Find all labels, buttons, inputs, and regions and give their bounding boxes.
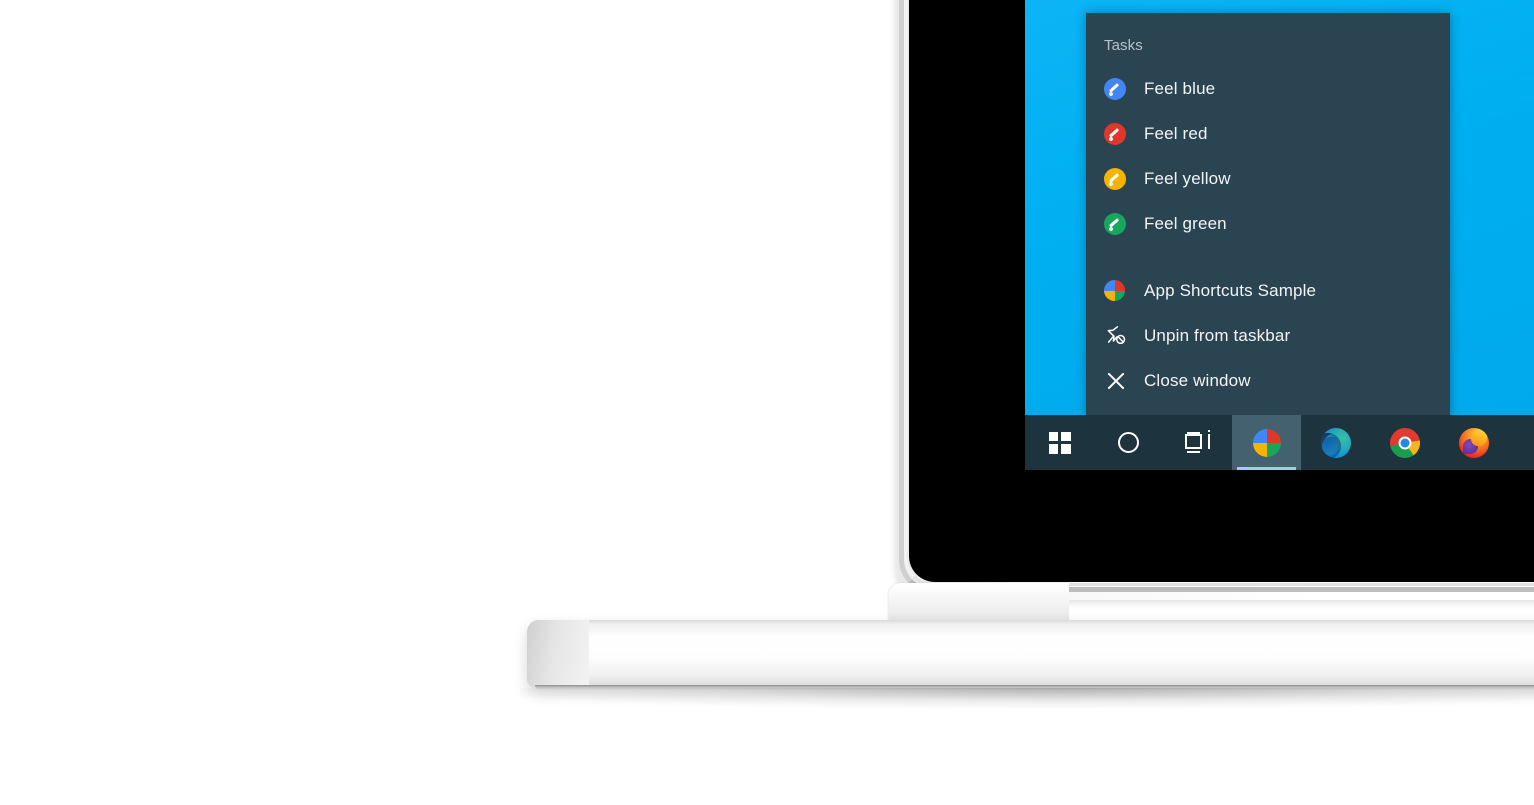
- close-icon: [1104, 369, 1128, 393]
- task-view-icon: [1184, 430, 1211, 453]
- jumplist-header: Tasks: [1104, 37, 1143, 54]
- cortana-button[interactable]: [1094, 415, 1163, 470]
- app-pie-icon-slot: [1104, 280, 1144, 301]
- unpin-icon: [1104, 324, 1128, 348]
- laptop-base-shadow: [520, 688, 1534, 708]
- laptop-screen: Tasks Feel blue Feel red Feel yellow Fee…: [1025, 0, 1534, 470]
- task-view-button[interactable]: [1163, 415, 1232, 470]
- jumplist-separator-gap: [1086, 246, 1450, 268]
- taskbar-app-app-shortcuts-sample[interactable]: [1232, 415, 1301, 470]
- scene: Tasks Feel blue Feel red Feel yellow Fee…: [0, 0, 1534, 805]
- brush-icon: [1104, 167, 1126, 190]
- edge-icon: [1320, 427, 1351, 458]
- jumplist-item-feel-yellow[interactable]: Feel yellow: [1086, 156, 1450, 201]
- taskbar-app-microsoft-edge[interactable]: [1301, 415, 1370, 470]
- laptop-hinge: [889, 583, 1069, 625]
- laptop-base: [527, 620, 1534, 688]
- jumplist-item-feel-green[interactable]: Feel green: [1086, 201, 1450, 246]
- brush-icon-green-slot: [1104, 212, 1144, 235]
- taskbar-app-mozilla-firefox[interactable]: [1439, 415, 1508, 470]
- app-pie-icon: [1252, 428, 1281, 457]
- jumplist-item-close-window[interactable]: Close window: [1086, 358, 1450, 403]
- jumplist-item-feel-blue[interactable]: Feel blue: [1086, 66, 1450, 111]
- jumplist-item-unpin-from-taskbar[interactable]: Unpin from taskbar: [1086, 313, 1450, 358]
- brush-icon-red-slot: [1104, 122, 1144, 145]
- laptop-base-left-cap: [527, 620, 589, 688]
- jumplist-item-app-shortcuts-sample[interactable]: App Shortcuts Sample: [1086, 268, 1450, 313]
- jumplist-item-label: Feel blue: [1144, 78, 1216, 98]
- close-icon-slot: [1104, 369, 1144, 393]
- brush-icon-yellow-slot: [1104, 167, 1144, 190]
- chrome-icon: [1389, 427, 1420, 458]
- taskbar: [1025, 415, 1534, 470]
- start-button[interactable]: [1025, 415, 1094, 470]
- brush-icon: [1104, 77, 1126, 100]
- brush-icon: [1104, 122, 1126, 145]
- jumplist-item-feel-red[interactable]: Feel red: [1086, 111, 1450, 156]
- app-pie-icon: [1104, 280, 1125, 301]
- jumplist-item-label: Feel red: [1144, 123, 1208, 143]
- jumplist-item-label: Feel yellow: [1144, 168, 1231, 188]
- brush-icon-blue-slot: [1104, 77, 1144, 100]
- jumplist-item-label: Feel green: [1144, 213, 1227, 233]
- windows-logo-icon: [1048, 431, 1071, 454]
- jumplist-item-label: App Shortcuts Sample: [1144, 280, 1317, 300]
- firefox-icon: [1458, 427, 1489, 458]
- taskbar-app-google-chrome[interactable]: [1370, 415, 1439, 470]
- jumplist-item-label: Close window: [1144, 370, 1251, 390]
- brush-icon: [1104, 212, 1126, 235]
- jumplist-menu: Tasks Feel blue Feel red Feel yellow Fee…: [1086, 13, 1450, 415]
- cortana-circle-icon: [1118, 432, 1139, 453]
- jumplist-item-label: Unpin from taskbar: [1144, 325, 1291, 345]
- unpin-icon-slot: [1104, 324, 1144, 348]
